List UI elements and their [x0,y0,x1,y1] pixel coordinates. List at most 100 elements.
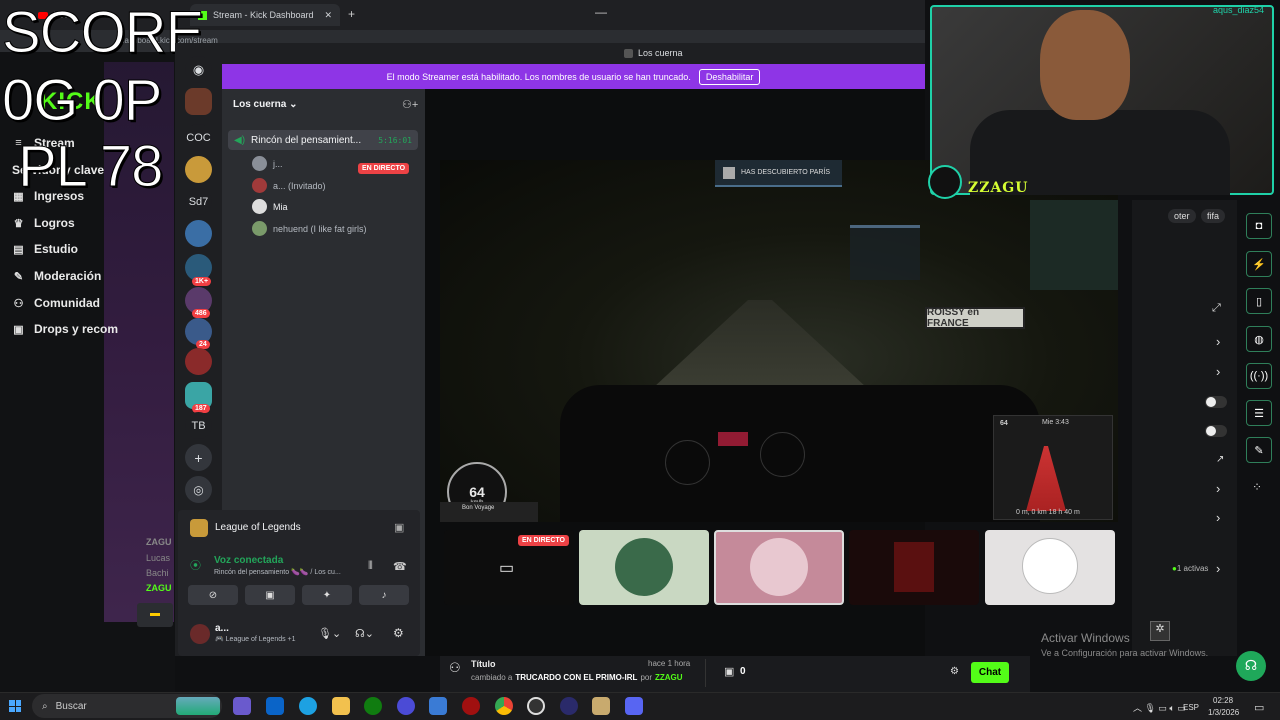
gear-icon[interactable]: ⚙ [950,666,959,677]
bug-icon[interactable]: ✲ [1150,621,1170,641]
chat-bubble-icon[interactable]: ▬ [137,603,173,627]
explore-icon[interactable]: ◎ [185,476,212,503]
support-icon[interactable]: ☊ [1236,651,1266,681]
activities-button[interactable]: ✦ [302,585,352,605]
copilot-icon[interactable] [233,697,251,715]
speaker-icon: ◀) [234,134,246,146]
server-tb[interactable]: TB [185,412,212,439]
chevron-right-icon[interactable]: › [1216,510,1220,525]
tag[interactable]: oter [1168,209,1196,223]
camera-off-button[interactable]: ⊘ [188,585,238,605]
app-icon[interactable] [560,697,578,715]
sidebar-item-moderacion[interactable]: ✎ Moderación [12,269,101,283]
apps-icon[interactable]: ⁘ [1252,480,1262,494]
headphones-icon[interactable]: ☊⌄ [355,627,374,640]
xbox-icon[interactable] [364,697,382,715]
clock-time[interactable]: 02:28 [1213,696,1233,705]
clock-date[interactable]: 1/3/2026 [1208,708,1239,717]
share-screen-button[interactable]: ▣ [245,585,295,605]
participant-tile[interactable] [849,530,979,605]
chevron-right-icon[interactable]: › [1216,364,1220,379]
close-icon[interactable]: ✕ [324,10,332,21]
camera-icon[interactable]: ◘ [1246,213,1272,239]
outlook-icon[interactable] [266,697,284,715]
sidebar-item-comunidad[interactable]: ⚇ Comunidad [12,296,100,310]
toggle-switch[interactable] [1205,396,1227,408]
discover-text: HAS DESCUBIERTO PARÍS [741,169,831,176]
edge-icon[interactable] [299,697,317,715]
chevron-right-icon[interactable]: › [1216,481,1220,496]
app-icon[interactable] [397,697,415,715]
job-label: Bon Voyage [462,505,495,511]
discord-home-icon[interactable]: ◉ [185,56,212,83]
participant-tile[interactable]: EN DIRECTO ▭ [444,530,574,605]
store-icon[interactable] [429,697,447,715]
document-icon[interactable]: ▯ [1246,288,1272,314]
score-line-1: SCORE [1,0,204,65]
bolt-icon[interactable]: ⚡ [1246,251,1272,277]
avatar[interactable] [190,624,210,644]
badge-text: 1K+ [192,277,212,286]
server-sd7[interactable]: Sd7 [185,188,212,215]
microphone-icon[interactable]: 🎙︎⌄ [318,627,341,640]
server-avatar[interactable] [185,156,212,183]
broadcast-icon[interactable]: ((·)) [1246,363,1272,389]
soundboard-button[interactable]: ♪ [359,585,409,605]
app-icon[interactable] [462,697,480,715]
discord-icon[interactable] [625,697,643,715]
participant-tile[interactable] [985,530,1115,605]
language-indicator[interactable]: ESP [1183,703,1199,712]
voice-user[interactable]: j... [252,156,283,171]
sidebar-item-drops[interactable]: ▣ Drops y recom [12,322,118,336]
new-tab-button[interactable]: + [348,7,355,21]
league-icon[interactable] [592,697,610,715]
server-avatar[interactable] [185,348,212,375]
windows-start-icon[interactable] [9,700,21,712]
server-name[interactable]: Los cuerna ⌄ [233,99,298,110]
preview-thumb [1030,200,1118,290]
city-icon [723,166,735,179]
toggle-switch[interactable] [1205,425,1227,437]
server-avatar[interactable] [185,220,212,247]
gear-icon[interactable]: ⚙ [393,626,404,640]
voice-user[interactable]: a... (Invitado) [252,178,326,193]
tab-kick-dashboard[interactable]: Stream - Kick Dashboard ✕ [190,4,340,26]
add-server-icon[interactable]: + [185,444,212,471]
gauge [665,440,710,485]
tray-icons[interactable]: ︿ 🎙︎ ▭ 🔈︎ ▭ [1133,701,1186,714]
obs-icon[interactable] [527,697,545,715]
participant-tile[interactable] [714,530,844,605]
screen-share-icon[interactable]: ▣ [394,521,404,534]
live-text: EN DIRECTO [517,535,569,546]
voice-user[interactable]: Mia [252,199,288,214]
voice-user[interactable]: nehuend (I like fat girls) [252,221,367,236]
server-label: TB [191,419,206,432]
badge-text: 486 [192,309,210,318]
voice-channel[interactable]: ◀) Rincón del pensamient... 5:16:01 [228,130,418,150]
chevron-right-icon[interactable]: › [1216,334,1220,349]
participant-tile[interactable] [579,530,709,605]
chat-icon[interactable]: ◍ [1246,326,1272,352]
trend-icon[interactable]: ↗ [1216,454,1224,465]
server-avatar[interactable] [185,88,212,115]
expand-icon[interactable]: ⤢ [1212,302,1221,315]
add-member-icon[interactable]: ⚇+ [402,98,418,111]
wrench-icon[interactable]: ✎ [1246,437,1272,463]
minimize-icon[interactable]: — [595,5,607,19]
signal-icon: ⦿ [190,560,201,572]
notification-icon[interactable]: ▭ [1254,701,1264,714]
disconnect-icon[interactable]: ☎ [393,560,407,573]
file-explorer-icon[interactable] [332,697,350,715]
server-coc[interactable]: COC [185,124,212,151]
sidebar-item-logros[interactable]: ♛ Logros [12,216,75,230]
chevron-right-icon[interactable]: › [1216,561,1220,576]
chrome-icon[interactable] [495,697,513,715]
tag[interactable]: fifa [1201,209,1226,223]
score-line-2: 0G 0P [1,68,162,133]
disable-button[interactable]: Deshabilitar [698,68,761,85]
sidebar-item-estudio[interactable]: ▤ Estudio [12,242,78,256]
window-title-text: Los cuerna [638,48,683,58]
noise-icon[interactable]: ⦀ [368,560,373,573]
chat-button[interactable]: Chat [971,662,1009,683]
layers-icon[interactable]: ☰ [1246,400,1272,426]
